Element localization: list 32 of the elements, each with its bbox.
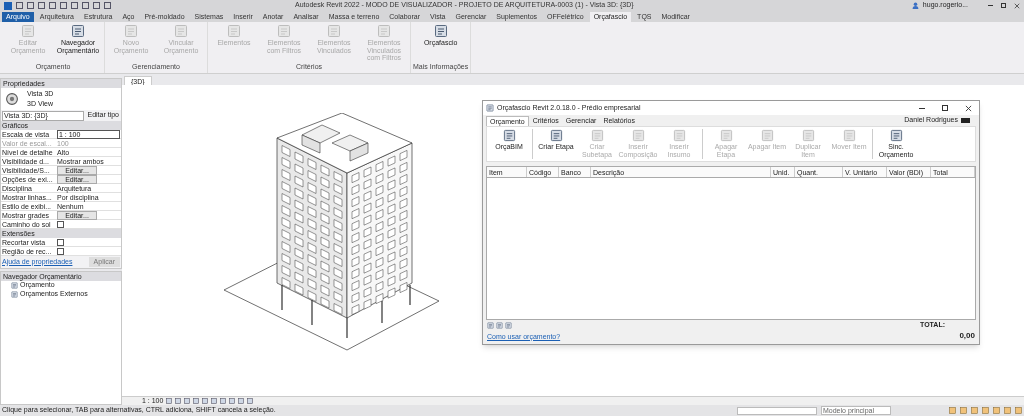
ribbon-tool-icon <box>71 24 85 38</box>
maximize-icon[interactable] <box>942 105 948 111</box>
checkbox[interactable] <box>57 220 64 228</box>
tool-icon <box>760 129 774 142</box>
tool-icon <box>842 129 856 142</box>
restore-icon[interactable] <box>1001 3 1006 8</box>
checkbox[interactable] <box>57 247 64 255</box>
checkbox[interactable] <box>57 238 64 246</box>
close-icon[interactable] <box>1014 2 1020 9</box>
app-icon <box>486 104 494 112</box>
grid-tool-icon <box>505 321 512 329</box>
budget-icon <box>11 282 18 289</box>
user-badge-icon <box>961 118 970 123</box>
workset-field[interactable] <box>737 406 817 415</box>
tool-icon <box>502 129 516 142</box>
tool-icon <box>631 129 645 142</box>
tool-icon <box>590 129 604 142</box>
revit-logo-icon <box>4 1 12 10</box>
budget-icon <box>11 291 18 298</box>
tool-icon <box>719 129 733 142</box>
tool-icon <box>549 129 563 142</box>
grid-tool-icon <box>487 321 494 329</box>
tool-icon <box>801 129 815 142</box>
camera-icon <box>5 92 19 106</box>
total-value: 0,00 <box>959 330 975 342</box>
minimize-icon[interactable] <box>919 107 925 109</box>
ribbon-tool-icon <box>433 24 448 38</box>
tool-icon <box>672 129 686 142</box>
grid-tool-icon <box>496 321 503 329</box>
user-icon <box>911 2 919 9</box>
close-icon[interactable] <box>965 104 972 112</box>
tool-icon <box>889 129 903 142</box>
